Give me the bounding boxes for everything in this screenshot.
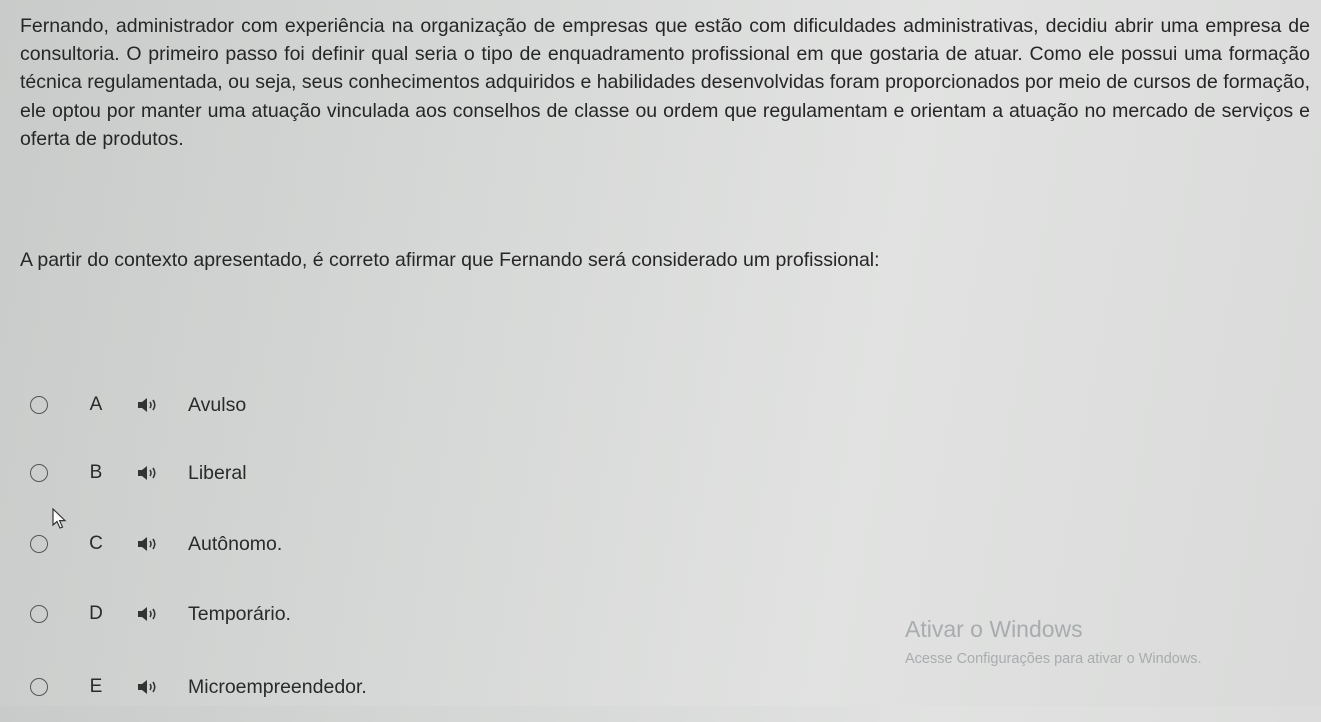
question-prompt: A partir do contexto apresentado, é corr…	[20, 249, 880, 271]
radio-button[interactable]	[30, 535, 48, 553]
option-letter: B	[89, 462, 103, 483]
option-letter: A	[89, 394, 103, 415]
option-letter: E	[89, 676, 103, 697]
watermark-subtitle: Acesse Configurações para ativar o Windo…	[905, 651, 1202, 667]
speaker-icon[interactable]	[136, 535, 160, 553]
option-text: Temporário.	[188, 602, 291, 625]
windows-activation-watermark: Ativar o Windows Acesse Configurações pa…	[905, 616, 1202, 667]
speaker-icon[interactable]	[136, 464, 160, 482]
option-text: Avulso	[188, 393, 247, 416]
option-text: Autônomo.	[188, 532, 283, 555]
radio-button[interactable]	[30, 396, 48, 414]
option-b[interactable]: B Liberal	[18, 438, 1308, 508]
speaker-icon[interactable]	[136, 396, 160, 414]
option-text: Microempreendedor.	[188, 675, 367, 698]
radio-button[interactable]	[30, 678, 48, 696]
option-letter: D	[89, 603, 103, 624]
speaker-icon[interactable]	[136, 678, 160, 696]
question-text: Fernando, administrador com experiência …	[20, 15, 1310, 150]
watermark-title: Ativar o Windows	[905, 616, 1083, 642]
option-a[interactable]: A Avulso	[18, 370, 1308, 440]
mouse-cursor-icon	[52, 508, 67, 529]
radio-button[interactable]	[30, 605, 48, 623]
option-text: Liberal	[188, 461, 247, 484]
option-letter: C	[89, 533, 103, 554]
speaker-icon[interactable]	[136, 605, 160, 623]
radio-button[interactable]	[30, 464, 48, 482]
option-c[interactable]: C Autônomo.	[18, 509, 1308, 579]
